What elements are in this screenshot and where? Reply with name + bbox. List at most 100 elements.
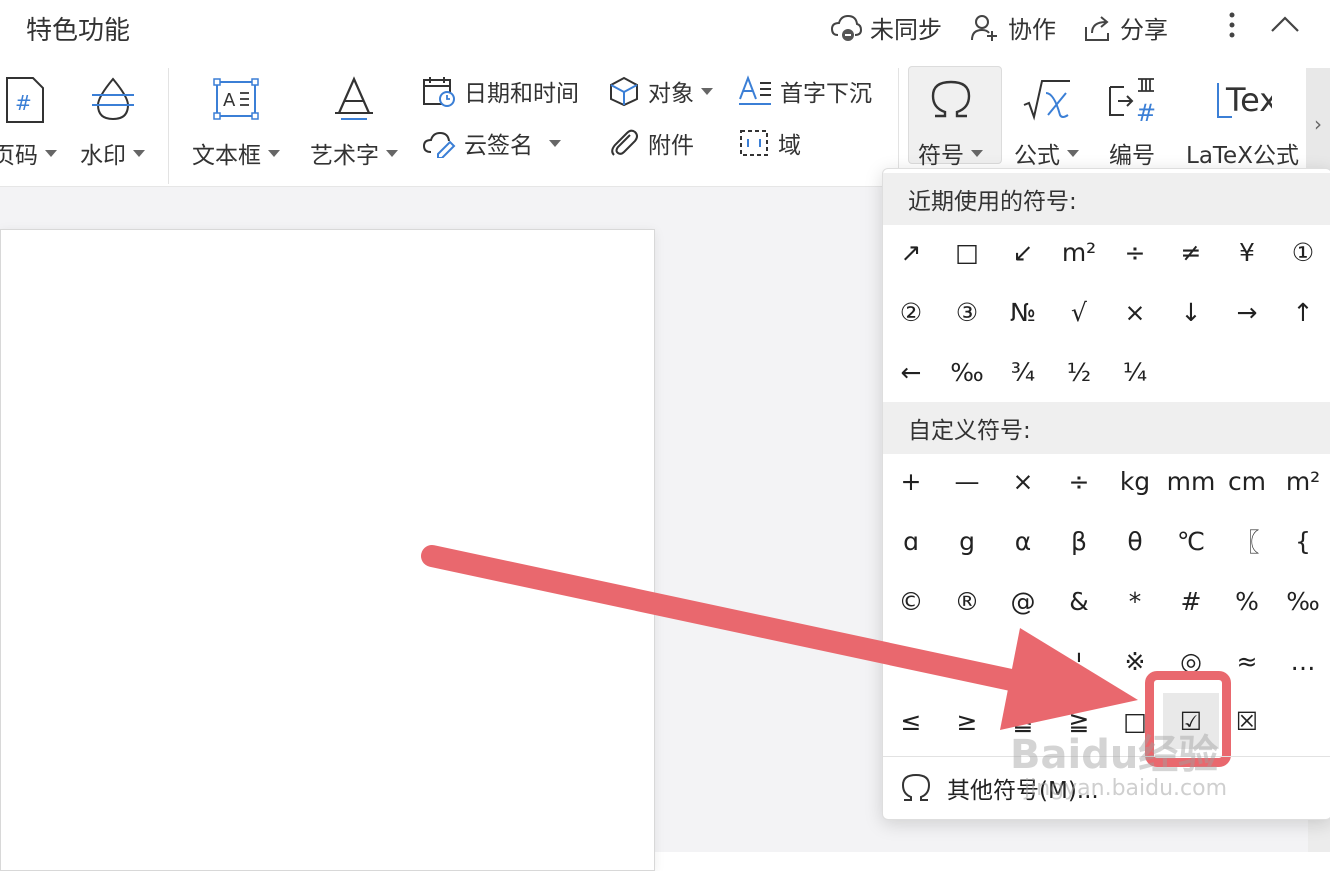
attachment-button[interactable]: 附件 bbox=[608, 126, 694, 160]
word-art-button[interactable]: 艺术字 bbox=[310, 72, 398, 170]
symbol-button[interactable]: 符号 bbox=[918, 72, 983, 170]
document-page[interactable] bbox=[0, 229, 655, 871]
custom-symbol-14[interactable]: 〖 bbox=[1219, 513, 1275, 569]
more-vertical-icon bbox=[1229, 12, 1235, 38]
recent-symbol-10[interactable]: № bbox=[995, 284, 1051, 340]
recent-symbol-2[interactable]: ↙ bbox=[995, 224, 1051, 280]
custom-symbol-21[interactable]: # bbox=[1163, 573, 1219, 629]
app-title: 特色功能 bbox=[26, 16, 131, 46]
recent-symbol-20[interactable]: ¼ bbox=[1107, 344, 1163, 400]
numbering-label: 编号 bbox=[1109, 143, 1155, 169]
recent-symbol-6[interactable]: ¥ bbox=[1219, 224, 1275, 280]
custom-symbol-23[interactable]: ‰ bbox=[1275, 573, 1330, 629]
recent-symbol-4[interactable]: ÷ bbox=[1107, 224, 1163, 280]
recent-symbol-8[interactable]: ② bbox=[883, 284, 939, 340]
custom-symbol-1[interactable]: — bbox=[939, 453, 995, 509]
recent-symbol-11[interactable]: √ bbox=[1051, 284, 1107, 340]
latex-formula-button[interactable]: Tex LaTeX公式 bbox=[1186, 72, 1299, 170]
share-label: 分享 bbox=[1120, 16, 1168, 44]
recent-symbol-7[interactable]: ① bbox=[1275, 224, 1330, 280]
formula-button[interactable]: 公式 bbox=[1014, 72, 1079, 170]
watermark-icon bbox=[88, 72, 138, 128]
custom-symbol-20[interactable]: * bbox=[1107, 573, 1163, 629]
collaborate-button[interactable]: 协作 bbox=[970, 10, 1056, 45]
collapse-ribbon-button[interactable] bbox=[1270, 10, 1308, 40]
recent-symbol-3[interactable]: m² bbox=[1051, 224, 1107, 280]
custom-symbol-36[interactable]: □ bbox=[1107, 693, 1163, 749]
custom-symbol-29[interactable]: ◎ bbox=[1163, 633, 1219, 689]
custom-symbol-25[interactable] bbox=[939, 633, 995, 689]
custom-symbol-0[interactable]: + bbox=[883, 453, 939, 509]
custom-symbol-5[interactable]: mm bbox=[1163, 453, 1219, 509]
share-button[interactable]: 分享 bbox=[1082, 10, 1168, 45]
custom-symbol-22[interactable]: % bbox=[1219, 573, 1275, 629]
custom-symbol-33[interactable]: ≥ bbox=[939, 693, 995, 749]
custom-symbol-11[interactable]: β bbox=[1051, 513, 1107, 569]
date-time-button[interactable]: 日期和时间 bbox=[422, 74, 579, 108]
text-box-button[interactable]: A 文本框 bbox=[192, 72, 280, 170]
custom-symbol-19[interactable]: & bbox=[1051, 573, 1107, 629]
custom-symbol-26[interactable]: § bbox=[995, 633, 1051, 689]
recent-symbol-14[interactable]: → bbox=[1219, 284, 1275, 340]
custom-symbol-2[interactable]: × bbox=[995, 453, 1051, 509]
custom-symbol-7[interactable]: m² bbox=[1275, 453, 1330, 509]
recent-symbol-12[interactable]: × bbox=[1107, 284, 1163, 340]
object-label: 对象 bbox=[648, 81, 694, 107]
recent-symbol-19[interactable]: ½ bbox=[1051, 344, 1107, 400]
custom-symbol-6[interactable]: cm bbox=[1219, 453, 1275, 509]
recent-symbol-13[interactable]: ↓ bbox=[1163, 284, 1219, 340]
custom-symbol-10[interactable]: α bbox=[995, 513, 1051, 569]
custom-symbol-31[interactable]: … bbox=[1275, 633, 1330, 689]
recent-symbol-1[interactable]: □ bbox=[939, 224, 995, 280]
svg-text:#: # bbox=[15, 91, 32, 115]
watermark-button[interactable]: 水印 bbox=[80, 72, 145, 170]
drop-cap-button[interactable]: 首字下沉 bbox=[738, 74, 872, 108]
custom-symbol-3[interactable]: ÷ bbox=[1051, 453, 1107, 509]
custom-symbol-38[interactable]: ☒ bbox=[1219, 693, 1275, 749]
recent-symbol-0[interactable]: ↗ bbox=[883, 224, 939, 280]
recent-symbol-15[interactable]: ↑ bbox=[1275, 284, 1330, 340]
custom-symbol-30[interactable]: ≈ bbox=[1219, 633, 1275, 689]
custom-symbol-37[interactable]: ☑ bbox=[1163, 693, 1219, 749]
custom-symbol-32[interactable]: ≤ bbox=[883, 693, 939, 749]
custom-symbol-24[interactable] bbox=[883, 633, 939, 689]
more-symbols-menu-item[interactable]: 其他符号(M)... bbox=[883, 765, 1330, 811]
field-label: 域 bbox=[778, 133, 801, 159]
word-art-label: 艺术字 bbox=[310, 143, 379, 169]
custom-symbol-12[interactable]: θ bbox=[1107, 513, 1163, 569]
recent-symbol-18[interactable]: ¾ bbox=[995, 344, 1051, 400]
custom-symbol-27[interactable]: ¦ bbox=[1051, 633, 1107, 689]
recent-symbol-9[interactable]: ③ bbox=[939, 284, 995, 340]
attachment-label: 附件 bbox=[648, 133, 694, 159]
more-options-button[interactable] bbox=[1226, 10, 1246, 40]
ribbon-separator bbox=[168, 68, 169, 184]
omega-icon bbox=[927, 72, 975, 128]
page-number-button[interactable]: # 页码 bbox=[0, 72, 57, 170]
custom-symbol-35[interactable]: ≧ bbox=[1051, 693, 1107, 749]
custom-symbol-18[interactable]: @ bbox=[995, 573, 1051, 629]
chevron-right-icon: › bbox=[1314, 112, 1322, 136]
custom-symbol-9[interactable]: g bbox=[939, 513, 995, 569]
field-button[interactable]: 域 bbox=[738, 126, 801, 160]
formula-label: 公式 bbox=[1014, 143, 1060, 169]
page-number-icon: # bbox=[3, 72, 47, 128]
custom-symbol-15[interactable]: { bbox=[1275, 513, 1330, 569]
custom-symbol-28[interactable]: ※ bbox=[1107, 633, 1163, 689]
sync-status-button[interactable]: 未同步 bbox=[830, 10, 942, 45]
custom-symbol-16[interactable]: © bbox=[883, 573, 939, 629]
recent-symbol-17[interactable]: ‰ bbox=[939, 344, 995, 400]
field-icon bbox=[740, 130, 768, 156]
custom-symbol-17[interactable]: ® bbox=[939, 573, 995, 629]
numbering-button[interactable]: # 编号 bbox=[1106, 72, 1158, 170]
custom-symbol-8[interactable]: ɑ bbox=[883, 513, 939, 569]
cloud-sign-label: 云签名 bbox=[464, 133, 533, 159]
custom-symbol-4[interactable]: kg bbox=[1107, 453, 1163, 509]
ribbon-scroll-right-button[interactable]: › bbox=[1306, 68, 1330, 180]
recent-symbol-16[interactable]: ← bbox=[883, 344, 939, 400]
cloud-sign-button[interactable]: 云签名 bbox=[422, 126, 561, 160]
text-box-icon: A bbox=[213, 72, 259, 128]
object-button[interactable]: 对象 bbox=[608, 74, 713, 108]
recent-symbol-5[interactable]: ≠ bbox=[1163, 224, 1219, 280]
custom-symbol-13[interactable]: ℃ bbox=[1163, 513, 1219, 569]
custom-symbol-34[interactable]: ≦ bbox=[995, 693, 1051, 749]
